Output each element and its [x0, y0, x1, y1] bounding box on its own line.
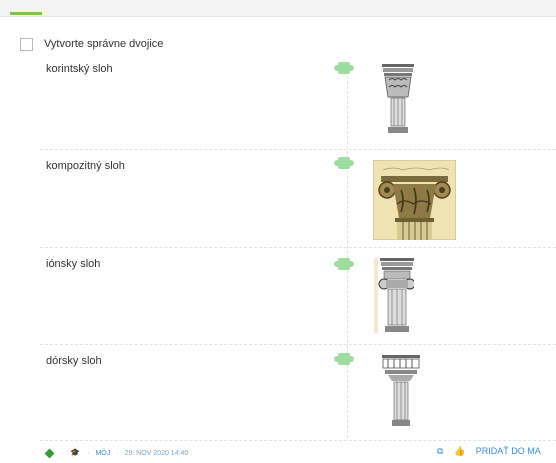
- post-footer: · 🎓 · MÔJ · 29. NOV 2020 14:40 ⧉ 👍 PRIDA…: [0, 440, 556, 462]
- pair-label-1: korintský sloh: [46, 63, 113, 75]
- post-meta: · 🎓 · MÔJ · 29. NOV 2020 14:40: [44, 448, 189, 459]
- thumbs-up-icon[interactable]: 👍: [454, 446, 465, 457]
- puzzle-connector-icon[interactable]: [332, 61, 356, 75]
- share-icon[interactable]: ⧉: [437, 446, 443, 457]
- column-divider: [347, 66, 348, 438]
- puzzle-connector-icon[interactable]: [332, 352, 356, 366]
- task-checkbox[interactable]: [20, 38, 33, 51]
- separator-dot: ·: [60, 450, 64, 457]
- task-title: Vytvorte správne dvojice: [44, 38, 164, 50]
- separator-dot: ·: [87, 450, 90, 457]
- add-to-button[interactable]: PRIDAŤ DO MA: [476, 446, 541, 456]
- post-date: 29. NOV 2020 14:40: [124, 450, 189, 457]
- corinthian-column-icon[interactable]: [382, 64, 414, 134]
- pair-label-4: dórsky sloh: [46, 355, 102, 367]
- doric-column-icon[interactable]: [382, 355, 420, 427]
- graduation-cap-icon[interactable]: 🎓: [70, 448, 80, 457]
- active-tab-indicator: [10, 12, 42, 15]
- composite-capital-image[interactable]: [373, 160, 456, 240]
- puzzle-connector-icon[interactable]: [332, 156, 356, 170]
- row-divider: [40, 149, 556, 150]
- separator-dot: ·: [116, 450, 119, 457]
- top-bar: [0, 0, 556, 15]
- footer-actions: ⧉ 👍 PRIDAŤ DO MA: [437, 446, 541, 457]
- row-divider: [40, 344, 556, 345]
- tag-icon[interactable]: [44, 448, 55, 459]
- row-divider: [40, 247, 556, 248]
- task-panel: [0, 16, 556, 463]
- pair-label-2: kompozitný sloh: [46, 160, 125, 172]
- owner-link[interactable]: MÔJ: [95, 450, 110, 457]
- puzzle-connector-icon[interactable]: [332, 257, 356, 271]
- ionic-column-icon[interactable]: [374, 258, 414, 333]
- pair-label-3: iónsky sloh: [46, 258, 101, 270]
